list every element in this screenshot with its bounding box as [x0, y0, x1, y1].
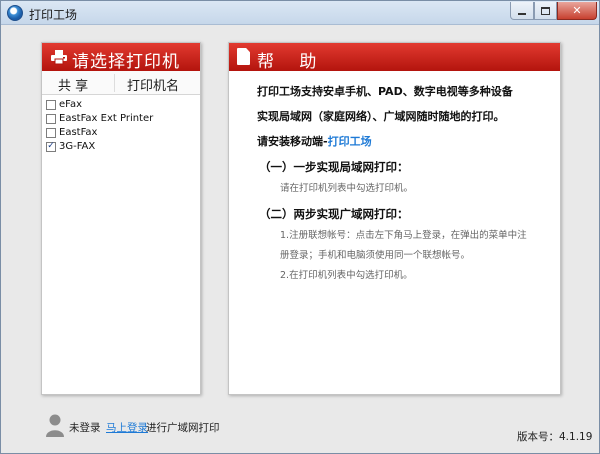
share-checkbox[interactable]: ✓: [46, 141, 56, 152]
step2-title: （二）两步实现广域网打印：: [259, 207, 409, 221]
share-checkbox[interactable]: [46, 113, 56, 124]
printer-panel-header: 请选择打印机: [42, 43, 200, 72]
login-status: 未登录: [69, 422, 101, 434]
printer-row[interactable]: EastFax: [46, 126, 196, 139]
printer-row[interactable]: EastFax Ext Printer: [46, 112, 196, 125]
printer-icon: [51, 50, 67, 65]
maximize-button[interactable]: [534, 2, 557, 20]
printer-name: EastFax Ext Printer: [59, 113, 154, 124]
login-link[interactable]: 马上登录: [106, 420, 148, 435]
install-link[interactable]: 打印工场: [328, 135, 372, 148]
minimize-button[interactable]: [510, 2, 534, 20]
printer-list: eFax EastFax Ext Printer EastFax ✓ 3G-FA…: [46, 98, 196, 154]
share-checkbox[interactable]: [46, 127, 56, 138]
install-line: 请安装移动端-打印工场: [257, 133, 372, 149]
step2-description: 册登录；手机和电脑须使用同一个联想帐号。: [280, 250, 471, 261]
help-line: 打印工场支持安卓手机、PAD、数字电视等多种设备: [257, 85, 513, 98]
column-header-printer-name[interactable]: 打印机名: [127, 75, 179, 94]
printer-list-header: 共 享 打印机名: [42, 71, 200, 95]
title-bar[interactable]: 打印工场 ✕: [1, 1, 599, 25]
help-panel-header: 帮 助: [229, 43, 560, 72]
printer-row[interactable]: ✓ 3G-FAX: [46, 140, 196, 153]
printer-row[interactable]: eFax: [46, 98, 196, 111]
app-icon: [7, 5, 23, 21]
login-hint: 进行广域网打印: [146, 422, 220, 434]
share-checkbox[interactable]: [46, 99, 56, 110]
printer-name: 3G-FAX: [59, 141, 96, 152]
printer-panel-title: 请选择打印机: [72, 52, 180, 72]
minimize-icon: [518, 12, 526, 15]
close-button[interactable]: ✕: [557, 2, 597, 20]
app-window: 打印工场 ✕ 请选择打印机 共 享 打印机名 eFax EastFax Ext …: [0, 0, 600, 454]
install-prefix: 请安装移动端-: [257, 135, 328, 148]
help-panel: 帮 助 打印工场支持安卓手机、PAD、数字电视等多种设备 实现局域网（家庭网络）…: [228, 42, 561, 395]
printer-name: EastFax: [59, 127, 98, 138]
column-header-share[interactable]: 共 享: [58, 75, 88, 94]
step1-description: 请在打印机列表中勾选打印机。: [280, 183, 414, 194]
help-line: 实现局域网（家庭网络）、广域网随时随地的打印。: [257, 110, 505, 123]
help-panel-title: 帮 助: [257, 52, 327, 72]
step2-description: 2.在打印机列表中勾选打印机。: [280, 270, 413, 281]
close-icon: ✕: [572, 4, 582, 17]
maximize-icon: [541, 6, 550, 15]
document-icon: [237, 48, 250, 65]
version-label: 版本号：4.1.19: [517, 431, 593, 443]
printer-panel: 请选择打印机 共 享 打印机名 eFax EastFax Ext Printer…: [41, 42, 201, 395]
printer-name: eFax: [59, 99, 83, 110]
step2-description: 1.注册联想帐号：点击左下角马上登录，在弹出的菜单中注: [280, 230, 527, 241]
column-divider: [114, 74, 115, 92]
step1-title: （一）一步实现局域网打印：: [259, 160, 409, 174]
user-icon: [46, 414, 64, 437]
window-title: 打印工场: [29, 8, 78, 22]
